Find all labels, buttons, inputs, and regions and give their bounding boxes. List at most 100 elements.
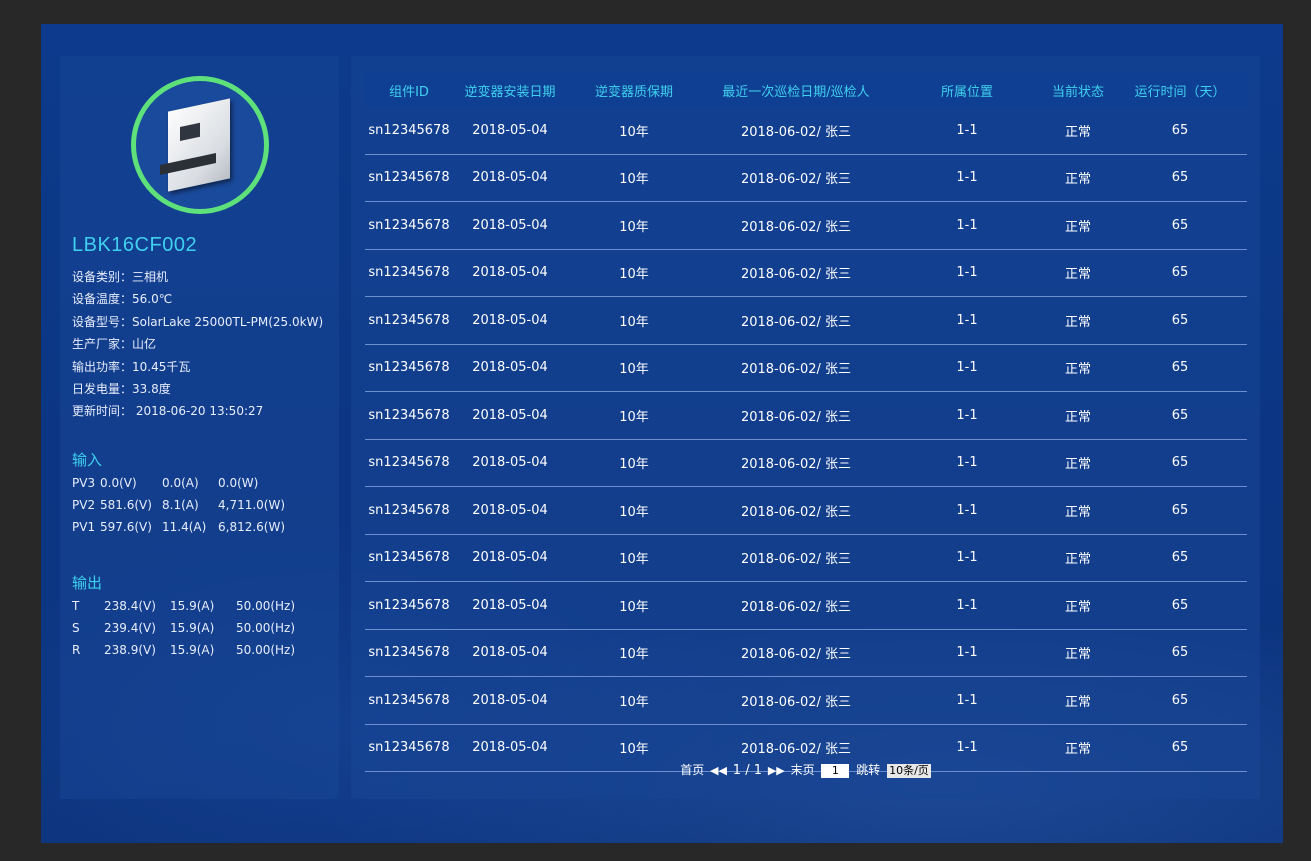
- col-header-install-date[interactable]: 逆变器安装日期: [453, 73, 567, 107]
- io-voltage: 238.9(V): [104, 643, 156, 657]
- cell-install-date: 2018-05-04: [453, 629, 567, 677]
- cell-warranty: 10年: [567, 581, 701, 630]
- io-current: 0.0(A): [162, 476, 199, 490]
- table-row[interactable]: sn12345678 2018-05-04 10年 2018-06-02/ 张三 1-1…: [365, 201, 1247, 250]
- dashboard-stage: LBK16CF002 设备类别：三相机 设备温度：56.0℃ 设备型号：Sola…: [41, 24, 1283, 843]
- page-size-select[interactable]: 10条/页: [887, 763, 931, 778]
- cell-runtime: 65: [1113, 581, 1247, 630]
- table-header-row: 组件ID 逆变器安装日期 逆变器质保期 最近一次巡检日期/巡检人 所属位置 当前…: [365, 73, 1247, 107]
- page-number-input[interactable]: 1: [821, 763, 850, 778]
- input-row: PV1 597.6(V) 11.4(A) 6,812.6(W): [72, 516, 285, 538]
- cell-last-inspection: 2018-06-02/ 张三: [701, 344, 891, 392]
- table-row[interactable]: sn12345678 2018-05-04 10年 2018-06-02/ 张三 1-1…: [365, 676, 1247, 725]
- cell-install-date: 2018-05-04: [453, 676, 567, 725]
- output-readings: T 238.4(V) 15.9(A) 50.00(Hz) S 239.4(V) 15.9(…: [72, 595, 295, 661]
- device-spec-list: 设备类别：三相机 设备温度：56.0℃ 设备型号：SolarLake 25000…: [72, 266, 323, 423]
- jump-button[interactable]: 跳转: [856, 763, 880, 777]
- io-current: 11.4(A): [162, 520, 207, 534]
- cell-install-date: 2018-05-04: [453, 249, 567, 297]
- output-row: T 238.4(V) 15.9(A) 50.00(Hz): [72, 595, 295, 617]
- table-row[interactable]: sn12345678 2018-05-04 10年 2018-06-02/ 张三 1-1…: [365, 534, 1247, 582]
- cell-last-inspection: 2018-06-02/ 张三: [701, 676, 891, 725]
- last-page-link[interactable]: 末页: [791, 763, 815, 777]
- cell-component-id: sn12345678: [365, 486, 453, 535]
- io-current: 15.9(A): [170, 599, 215, 613]
- cell-component-id: sn12345678: [365, 534, 453, 582]
- cell-install-date: 2018-05-04: [453, 154, 567, 202]
- cell-status: 正常: [1043, 439, 1113, 487]
- spec-category: 设备类别：三相机: [72, 270, 169, 284]
- cell-warranty: 10年: [567, 676, 701, 725]
- cell-install-date: 2018-05-04: [453, 296, 567, 345]
- input-row: PV2 581.6(V) 8.1(A) 4,711.0(W): [72, 494, 285, 516]
- cell-location: 1-1: [891, 249, 1043, 297]
- table-row[interactable]: sn12345678 2018-05-04 10年 2018-06-02/ 张三 1-1…: [365, 296, 1247, 345]
- component-table: 组件ID 逆变器安装日期 逆变器质保期 最近一次巡检日期/巡检人 所属位置 当前…: [365, 73, 1247, 772]
- spec-output-power: 输出功率：10.45千瓦: [72, 359, 191, 374]
- table-row[interactable]: sn12345678 2018-05-04 10年 2018-06-02/ 张三 1-1…: [365, 486, 1247, 535]
- col-header-component-id[interactable]: 组件ID: [365, 73, 453, 107]
- table-row[interactable]: sn12345678 2018-05-04 10年 2018-06-02/ 张三 1-1…: [365, 107, 1247, 155]
- cell-warranty: 10年: [567, 154, 701, 202]
- col-header-location[interactable]: 所属位置: [891, 73, 1043, 107]
- table-row[interactable]: sn12345678 2018-05-04 10年 2018-06-02/ 张三 1-1…: [365, 344, 1247, 392]
- cell-last-inspection: 2018-06-02/ 张三: [701, 629, 891, 677]
- cell-last-inspection: 2018-06-02/ 张三: [701, 201, 891, 250]
- cell-warranty: 10年: [567, 534, 701, 582]
- table-row[interactable]: sn12345678 2018-05-04 10年 2018-06-02/ 张三 1-1…: [365, 439, 1247, 487]
- cell-last-inspection: 2018-06-02/ 张三: [701, 107, 891, 155]
- table-row[interactable]: sn12345678 2018-05-04 10年 2018-06-02/ 张三 1-1…: [365, 581, 1247, 630]
- cell-runtime: 65: [1113, 486, 1247, 535]
- cell-status: 正常: [1043, 534, 1113, 582]
- inverter-icon: [168, 98, 230, 192]
- io-frequency: 50.00(Hz): [236, 599, 296, 613]
- output-section-title: 输出: [72, 574, 103, 592]
- cell-location: 1-1: [891, 581, 1043, 630]
- cell-warranty: 10年: [567, 439, 701, 487]
- cell-install-date: 2018-05-04: [453, 201, 567, 250]
- cell-location: 1-1: [891, 676, 1043, 725]
- table-row[interactable]: sn12345678 2018-05-04 10年 2018-06-02/ 张三 1-1…: [365, 629, 1247, 677]
- fast-forward-icon[interactable]: ▶▶: [768, 764, 785, 777]
- pagination: 首页 ◀◀ 1 / 1 ▶▶ 末页 1 跳转 10条/页: [351, 761, 1260, 778]
- cell-status: 正常: [1043, 676, 1113, 725]
- input-section-title: 输入: [72, 451, 103, 469]
- io-voltage: 238.4(V): [104, 599, 156, 613]
- cell-location: 1-1: [891, 629, 1043, 677]
- spec-temperature: 设备温度：56.0℃: [72, 292, 173, 307]
- output-row: S 239.4(V) 15.9(A) 50.00(Hz): [72, 617, 295, 639]
- spec-manufacturer: 生产厂家：山亿: [72, 337, 157, 352]
- col-header-status[interactable]: 当前状态: [1043, 73, 1113, 107]
- io-current: 15.9(A): [170, 621, 215, 635]
- input-row: PV3 0.0(V) 0.0(A) 0.0(W): [72, 472, 285, 494]
- cell-component-id: sn12345678: [365, 249, 453, 297]
- io-voltage: 597.6(V): [100, 520, 152, 534]
- device-name: LBK16CF002: [72, 234, 198, 256]
- table-row[interactable]: sn12345678 2018-05-04 10年 2018-06-02/ 张三 1-1…: [365, 249, 1247, 297]
- cell-runtime: 65: [1113, 534, 1247, 582]
- io-name: T: [72, 599, 80, 613]
- col-header-runtime[interactable]: 运行时间（天）: [1113, 73, 1247, 107]
- cell-status: 正常: [1043, 581, 1113, 630]
- cell-component-id: sn12345678: [365, 296, 453, 345]
- col-header-last-inspection[interactable]: 最近一次巡检日期/巡检人: [701, 73, 891, 107]
- table-row[interactable]: sn12345678 2018-05-04 10年 2018-06-02/ 张三 1-1…: [365, 391, 1247, 440]
- cell-component-id: sn12345678: [365, 676, 453, 725]
- cell-install-date: 2018-05-04: [453, 344, 567, 392]
- cell-location: 1-1: [891, 534, 1043, 582]
- cell-runtime: 65: [1113, 249, 1247, 297]
- spec-update-time: 更新时间： 2018-06-20 13:50:27: [72, 404, 264, 419]
- cell-component-id: sn12345678: [365, 154, 453, 202]
- output-row: R 238.9(V) 15.9(A) 50.00(Hz): [72, 639, 295, 661]
- cell-warranty: 10年: [567, 296, 701, 345]
- rewind-icon[interactable]: ◀◀: [710, 764, 727, 777]
- first-page-link[interactable]: 首页: [680, 763, 704, 777]
- io-power: 0.0(W): [218, 476, 259, 490]
- cell-component-id: sn12345678: [365, 581, 453, 630]
- cell-location: 1-1: [891, 201, 1043, 250]
- io-current: 8.1(A): [162, 498, 199, 512]
- io-voltage: 239.4(V): [104, 621, 156, 635]
- device-avatar: [131, 76, 269, 214]
- table-row[interactable]: sn12345678 2018-05-04 10年 2018-06-02/ 张三 1-1…: [365, 154, 1247, 202]
- col-header-warranty[interactable]: 逆变器质保期: [567, 73, 701, 107]
